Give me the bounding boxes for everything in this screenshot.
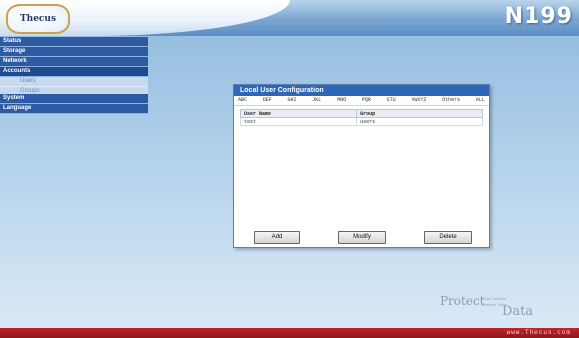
filter-def[interactable]: DEF (263, 96, 272, 105)
filter-stu[interactable]: STU (387, 96, 396, 105)
sidebar-nav: Status Storage Network Accounts Users Gr… (0, 37, 148, 114)
filter-all[interactable]: ALL (476, 96, 485, 105)
tagline-logo: Protect Your Server Secure Your Data (440, 294, 570, 319)
nav-status[interactable]: Status (0, 37, 148, 47)
footer-url-link[interactable]: www.Thecus.com (507, 329, 571, 336)
filter-vwxyz[interactable]: VWXYZ (411, 96, 426, 105)
filter-jkl[interactable]: JKL (312, 96, 321, 105)
header-bar: Thecus N199 (0, 0, 579, 36)
users-table: User Name Group test users (239, 109, 483, 126)
footer-bar: www.Thecus.com (0, 328, 579, 338)
delete-button[interactable]: Delete (424, 231, 472, 244)
add-button[interactable]: Add (254, 231, 300, 244)
logo-text: Thecus (19, 14, 57, 24)
nav-language[interactable]: Language (0, 104, 148, 114)
filter-abc[interactable]: ABC (238, 96, 247, 105)
tagline-small-1: Your Server (482, 296, 507, 301)
table-header-row: User Name Group (239, 109, 483, 118)
tagline-protect: Protect (440, 294, 485, 308)
filter-others[interactable]: Others (442, 96, 460, 105)
local-user-config-panel: Local User Configuration ABC DEF GHI JKL… (233, 84, 490, 248)
nav-system[interactable]: System (0, 94, 148, 104)
col-user-name[interactable]: User Name (239, 109, 358, 118)
col-group[interactable]: Group (356, 109, 483, 118)
modify-button[interactable]: Modify (338, 231, 386, 244)
subnav-users[interactable]: Users (0, 77, 148, 87)
cell-group: users (356, 117, 483, 126)
panel-title: Local User Configuration (234, 85, 489, 96)
thecus-logo[interactable]: Thecus (6, 4, 70, 34)
alpha-filter-bar: ABC DEF GHI JKL MNO PQR STU VWXYZ Others… (234, 96, 489, 106)
model-name: N199 (504, 4, 573, 29)
filter-mno[interactable]: MNO (337, 96, 346, 105)
tagline-data: Data (502, 304, 534, 319)
filter-pqr[interactable]: PQR (362, 96, 371, 105)
cell-user-name: test (239, 117, 358, 126)
filter-ghi[interactable]: GHI (288, 96, 297, 105)
nav-accounts[interactable]: Accounts (0, 67, 148, 77)
table-row[interactable]: test users (239, 117, 483, 126)
nav-network[interactable]: Network (0, 57, 148, 67)
button-row: Add Modify Delete (234, 231, 489, 244)
nav-storage[interactable]: Storage (0, 47, 148, 57)
